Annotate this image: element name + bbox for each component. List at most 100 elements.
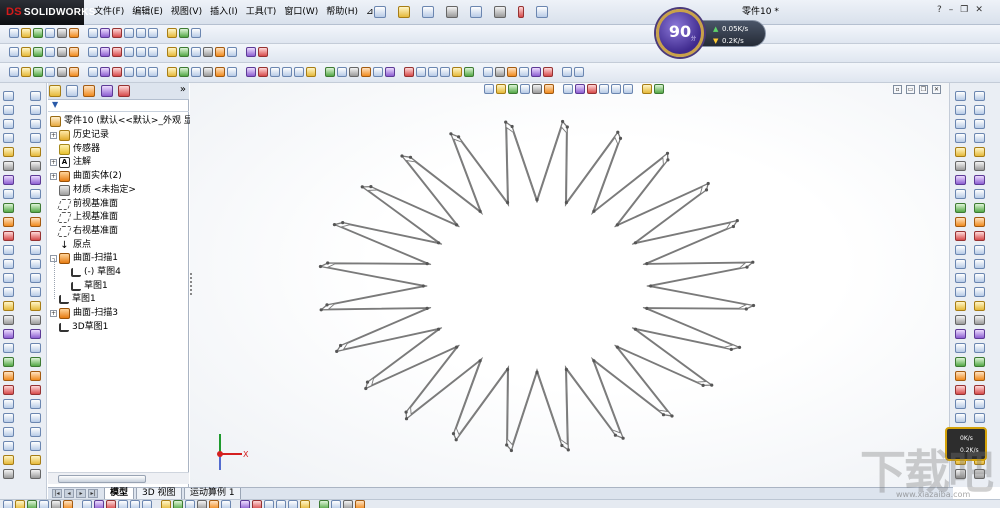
performance-badge[interactable]: 90 分 ▲ 0.05K/s ▼ 0.2K/s [656, 9, 768, 57]
tree-node[interactable]: (-) 草图4 [62, 266, 121, 279]
graphics-area[interactable]: ▫ ▭ ❐ ✕ X [190, 83, 949, 487]
status-button-icon[interactable] [343, 500, 353, 508]
selection-button-icon[interactable] [203, 47, 213, 57]
sketch-point[interactable] [457, 135, 461, 139]
sketch-point[interactable] [454, 438, 458, 442]
tree-node[interactable]: + 历史记录 [50, 129, 109, 142]
tree-node[interactable]: 草图1 [50, 293, 96, 306]
left-command-tool-icon[interactable] [3, 161, 14, 171]
sketch-point[interactable] [504, 120, 508, 124]
feature-button-icon[interactable] [440, 67, 450, 77]
left-command-tool-icon[interactable] [30, 329, 41, 339]
sketch-point[interactable] [436, 327, 441, 331]
tree-node[interactable]: 上视基准面 [50, 211, 118, 224]
left-command-tool-icon[interactable] [30, 455, 41, 465]
feature-button-icon[interactable] [574, 67, 584, 77]
sketch-point[interactable] [404, 410, 408, 414]
status-button-icon[interactable] [209, 500, 219, 508]
left-command-tool-icon[interactable] [3, 175, 14, 185]
menu-help[interactable]: 帮助(H) [322, 0, 362, 25]
sketch-point[interactable] [425, 262, 429, 266]
close-button[interactable]: ✕ [975, 5, 983, 15]
left-command-tool-icon[interactable] [30, 105, 41, 115]
minimize-button[interactable]: – [949, 5, 954, 15]
left-command-tool-icon[interactable] [30, 343, 41, 353]
feature-button-icon[interactable] [57, 67, 67, 77]
feature-button-icon[interactable] [21, 67, 31, 77]
sweep-profile-path[interactable] [318, 120, 756, 452]
sketch-tool-icon[interactable] [974, 245, 985, 255]
sketch-tool-icon[interactable] [974, 469, 985, 479]
sketch-point[interactable] [535, 370, 539, 374]
selection-button-icon[interactable] [246, 47, 256, 57]
sketch-point[interactable] [737, 345, 742, 349]
view-button-icon[interactable] [100, 28, 110, 38]
sketch-tool-icon[interactable] [955, 315, 966, 325]
sketch-point[interactable] [670, 414, 674, 418]
view-button-icon[interactable] [9, 28, 19, 38]
tree-expander[interactable]: + [50, 159, 57, 167]
sketch-point[interactable] [729, 347, 733, 351]
left-command-tool-icon[interactable] [3, 147, 14, 157]
left-command-tool-icon[interactable] [3, 385, 14, 395]
sketch-point[interactable] [369, 185, 373, 189]
sketch-tool-icon[interactable] [955, 413, 966, 423]
feature-button-icon[interactable] [416, 67, 426, 77]
sketch-point[interactable] [633, 241, 638, 245]
first-tab-button[interactable]: |◂ [52, 489, 62, 498]
sketch-point[interactable] [510, 124, 514, 129]
sketch-point[interactable] [326, 261, 330, 265]
left-command-tool-icon[interactable] [3, 217, 14, 227]
feature-button-icon[interactable] [179, 67, 189, 77]
sketch-tool-icon[interactable] [955, 147, 966, 157]
left-command-tool-icon[interactable] [3, 105, 14, 115]
sketch-point[interactable] [618, 136, 623, 140]
sketch-tool-icon[interactable] [974, 315, 985, 325]
sketch-tool-icon[interactable] [974, 357, 985, 367]
left-command-tool-icon[interactable] [3, 301, 14, 311]
configuration-manager-tab-icon[interactable] [83, 85, 96, 97]
sketch-point[interactable] [505, 443, 509, 447]
selection-button-icon[interactable] [191, 47, 201, 57]
sketch-tool-icon[interactable] [974, 329, 985, 339]
sketch-point[interactable] [408, 155, 413, 159]
menu-edit[interactable]: 编辑(E) [128, 0, 167, 25]
sketch-tool-icon[interactable] [974, 147, 985, 157]
sketch-point[interactable] [564, 367, 568, 372]
feature-button-icon[interactable] [337, 67, 347, 77]
sketch-tool-icon[interactable] [974, 189, 985, 199]
sketch-point[interactable] [561, 119, 565, 124]
sketch-point[interactable] [364, 386, 368, 391]
sketch-point[interactable] [731, 224, 736, 229]
left-command-tool-icon[interactable] [3, 427, 14, 437]
sketch-tool-icon[interactable] [974, 259, 985, 269]
sketch-point[interactable] [365, 380, 370, 384]
options-icon[interactable] [536, 6, 548, 18]
rebuild-icon[interactable] [518, 6, 524, 18]
undo-icon[interactable] [470, 6, 482, 18]
sketch-point[interactable] [400, 154, 404, 158]
feature-button-icon[interactable] [325, 67, 335, 77]
left-command-tool-icon[interactable] [3, 203, 14, 213]
sketch-point[interactable] [615, 223, 619, 227]
sketch-tool-icon[interactable] [974, 385, 985, 395]
sketch-point[interactable] [455, 223, 459, 227]
sketch-tool-icon[interactable] [955, 371, 966, 381]
menu-insert[interactable]: 插入(I) [206, 0, 242, 25]
feature-button-icon[interactable] [464, 67, 474, 77]
sketch-point[interactable] [455, 345, 459, 349]
last-tab-button[interactable]: ▸| [88, 489, 98, 498]
expand-panel-button[interactable]: » [180, 84, 186, 95]
left-command-tool-icon[interactable] [30, 175, 41, 185]
feature-button-icon[interactable] [124, 67, 134, 77]
left-command-tool-icon[interactable] [3, 469, 14, 479]
left-command-tool-icon[interactable] [30, 231, 41, 241]
sketch-tool-icon[interactable] [955, 301, 966, 311]
status-button-icon[interactable] [63, 500, 73, 508]
feature-tree-scrollbar[interactable] [48, 472, 189, 484]
sketch-point[interactable] [506, 367, 510, 372]
status-button-icon[interactable] [15, 500, 25, 508]
sketch-point[interactable] [436, 241, 441, 245]
left-command-tool-icon[interactable] [3, 371, 14, 381]
display-manager-tab-icon[interactable] [117, 85, 130, 97]
